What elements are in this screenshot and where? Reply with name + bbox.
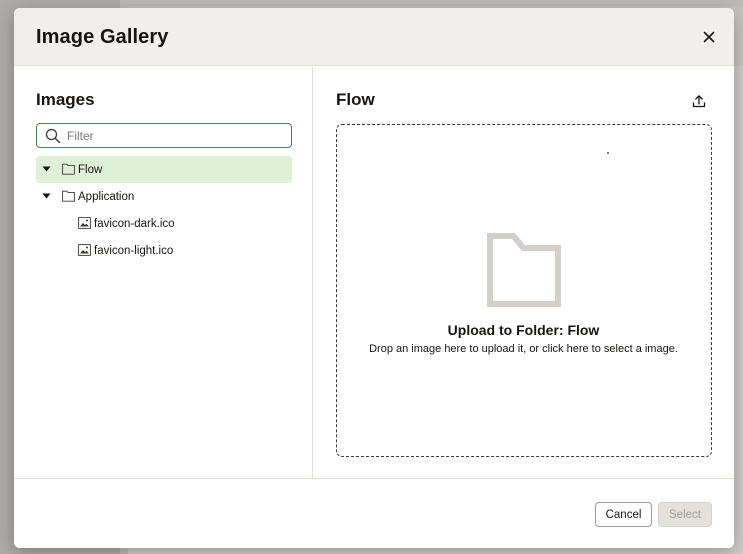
tree-item-favicon-dark[interactable]: favicon-dark.ico xyxy=(36,210,292,237)
tree-item-label: Application xyxy=(78,190,135,203)
image-file-icon xyxy=(78,244,91,256)
upload-button[interactable] xyxy=(689,91,709,111)
expand-toggle-icon[interactable] xyxy=(41,164,51,174)
expand-toggle-icon[interactable] xyxy=(41,191,51,201)
tree-item-label: Flow xyxy=(78,163,103,176)
dialog-footer: Cancel Select xyxy=(14,478,734,548)
tree-item-flow[interactable]: Flow xyxy=(36,156,292,183)
images-pane: Images Flow xyxy=(14,67,313,478)
upload-dropzone[interactable]: Upload to Folder: Flow Drop an image her… xyxy=(336,124,712,457)
dialog-header: Image Gallery xyxy=(14,8,734,66)
tree-item-label: favicon-dark.ico xyxy=(94,217,175,230)
tree-item-favicon-light[interactable]: favicon-light.ico xyxy=(36,237,292,264)
upload-icon xyxy=(692,95,706,108)
select-button[interactable]: Select xyxy=(658,502,712,527)
filter-field[interactable] xyxy=(36,123,292,148)
folder-content-pane: Flow Upload to Folder: Flow Drop an imag… xyxy=(314,67,734,478)
folder-heading: Flow xyxy=(336,90,375,109)
cancel-button[interactable]: Cancel xyxy=(595,502,652,527)
dialog-title: Image Gallery xyxy=(36,26,169,48)
image-file-icon xyxy=(78,217,91,229)
image-gallery-dialog: Image Gallery Images Filter Flow Applica… xyxy=(14,8,734,548)
images-heading: Images xyxy=(36,90,95,109)
dropzone-subtitle: Drop an image here to upload it, or clic… xyxy=(369,343,678,355)
close-button[interactable] xyxy=(698,26,720,48)
search-icon xyxy=(45,128,61,144)
folder-icon xyxy=(62,190,75,202)
dropzone-dot xyxy=(607,152,609,154)
filter-input[interactable] xyxy=(67,126,287,146)
dropzone-title: Upload to Folder: Flow xyxy=(447,322,600,338)
close-icon xyxy=(703,31,715,43)
tree-item-label: favicon-light.ico xyxy=(94,244,174,257)
folder-icon xyxy=(487,233,561,307)
tree-item-application[interactable]: Application xyxy=(36,183,292,210)
image-tree: Flow Application favicon-dark.ico favico… xyxy=(36,156,292,264)
folder-icon xyxy=(62,163,75,175)
